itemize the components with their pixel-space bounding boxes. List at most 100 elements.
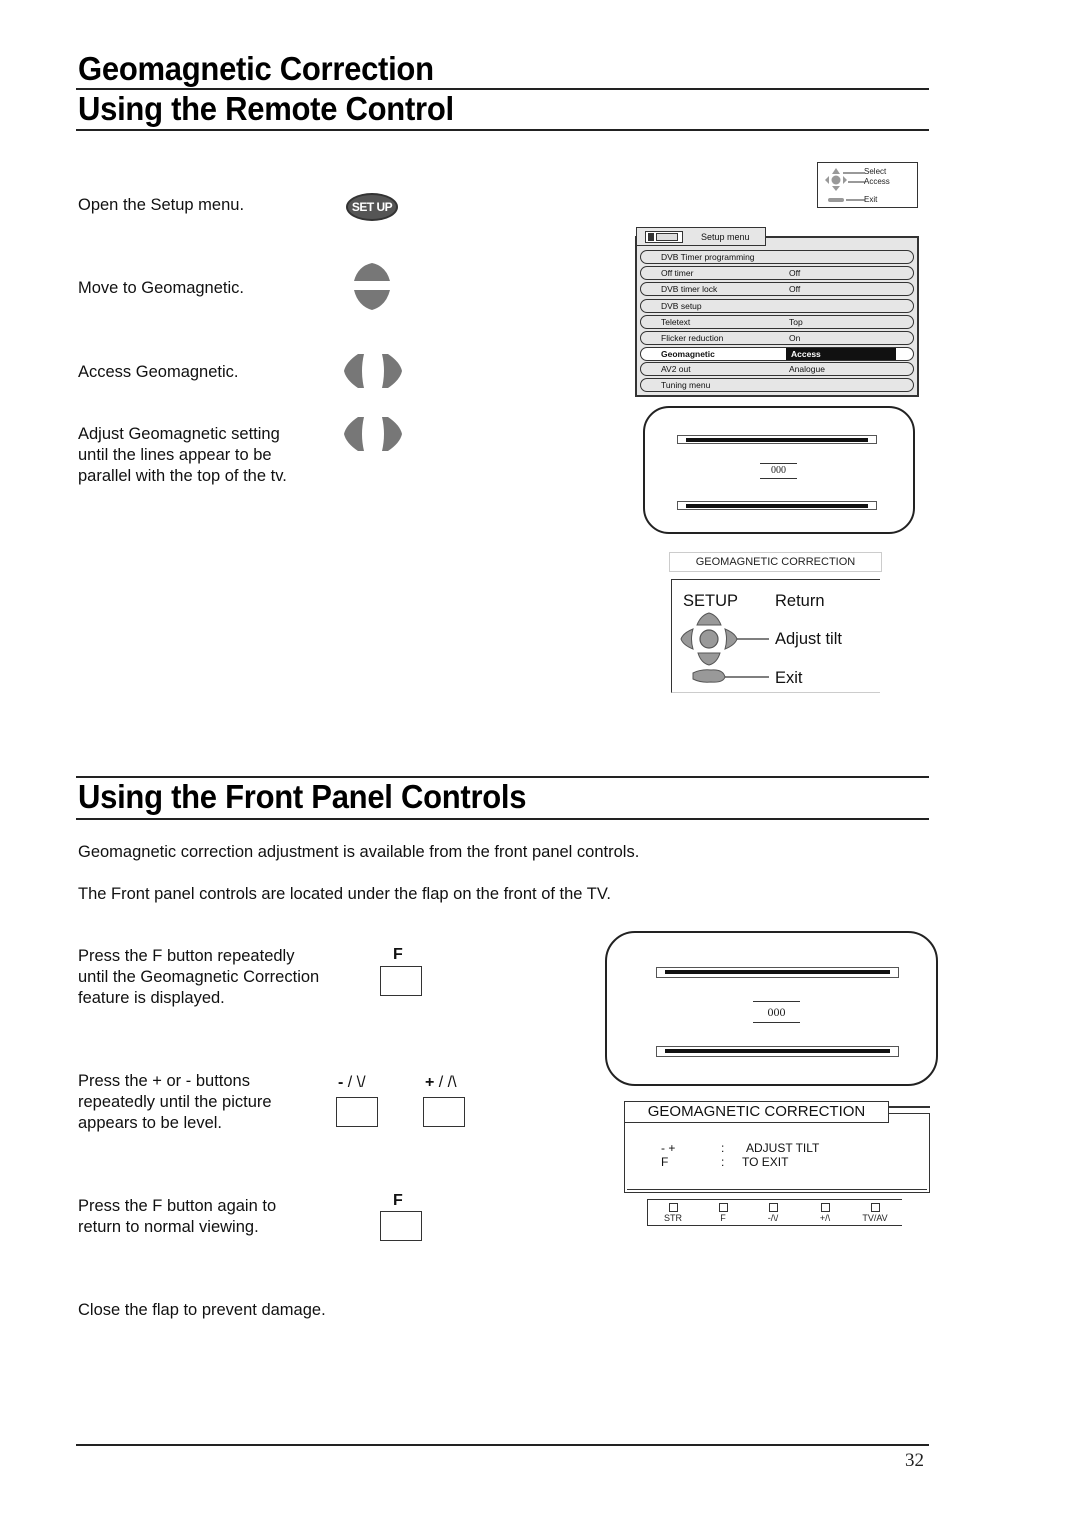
remote-dpad-icon (680, 612, 769, 683)
step-line: Press the F button again to (78, 1197, 277, 1215)
geomagnetic-caption: GEOMAGNETIC CORRECTION (669, 552, 882, 572)
tilt-value: 000 (753, 1001, 800, 1023)
section-heading-front-panel: Using the Front Panel Controls (78, 778, 527, 815)
front-step-return: Press the F button again to return to no… (78, 1196, 276, 1238)
geomagnetic-osd: - + : ADJUST TILT F : TO EXIT (624, 1113, 930, 1193)
menu-item-label: DVB timer lock (661, 284, 718, 294)
tv-screen-preview: 000 (643, 406, 915, 534)
menu-item-value: Off (789, 284, 801, 294)
step-line: repeatedly until the picture (78, 1093, 272, 1111)
setup-menu-item[interactable]: DVB Timer programming (640, 250, 914, 264)
tilt-line-top (677, 435, 877, 444)
f-button-label: F (393, 946, 403, 963)
hint-access: Access (864, 177, 890, 186)
setup-menu-item[interactable]: AV2 out Analogue (640, 362, 914, 376)
front-panel-location: The Front panel controls are located und… (78, 885, 611, 903)
setup-menu-item[interactable]: Tuning menu (640, 378, 914, 392)
step-line: feature is displayed. (78, 989, 225, 1007)
section-rule (76, 818, 929, 820)
front-panel-key[interactable]: STR (656, 1203, 690, 1223)
front-panel-key[interactable]: +/\ (808, 1203, 842, 1223)
nav-hint-box: Select Access Exit (817, 162, 918, 208)
setup-menu-item[interactable]: Teletext Top (640, 315, 914, 329)
osd-title: GEOMAGNETIC CORRECTION (624, 1101, 889, 1123)
menu-item-label: Off timer (661, 268, 694, 278)
front-step-press-plus-minus: Press the + or - buttons repeatedly unti… (78, 1071, 272, 1134)
setup-menu: DVB Timer programming Off timer Off DVB tim… (635, 236, 919, 397)
tilt-value: 000 (760, 463, 797, 479)
tilt-line-top (656, 967, 899, 978)
f-button[interactable] (380, 1211, 422, 1241)
step-adjust-geomagnetic: Adjust Geomagnetic setting until the lin… (78, 424, 287, 487)
key-label: +/\ (819, 1213, 831, 1223)
osd-row-exit: F : TO EXIT (661, 1155, 788, 1169)
plus-button-label: + / /\ (425, 1074, 457, 1092)
plus-button[interactable] (423, 1097, 465, 1127)
step-line: return to normal viewing. (78, 1218, 259, 1236)
setup-menu-item[interactable]: DVB setup (640, 299, 914, 313)
step-move-geomagnetic: Move to Geomagnetic. (78, 279, 244, 297)
step-line: until the Geomagnetic Correction (78, 968, 320, 986)
front-panel-key[interactable]: TV/AV (858, 1203, 892, 1223)
section-heading-remote: Using the Remote Control (78, 90, 454, 127)
setup-menu-item[interactable]: DVB timer lock Off (640, 282, 914, 296)
step-line: appears to be level. (78, 1114, 223, 1132)
step-line: Press the + or - buttons (78, 1072, 250, 1090)
menu-icon (645, 231, 683, 243)
setup-menu-item[interactable]: Off timer Off (640, 266, 914, 280)
left-right-arrows-icon (344, 417, 402, 451)
osd-adjust-tilt: ADJUST TILT (746, 1141, 820, 1155)
osd-sep: : (721, 1141, 725, 1155)
menu-item-value: Analogue (789, 364, 825, 374)
front-panel-key[interactable]: -/\/ (756, 1203, 790, 1223)
osd-row-adjust: - + : ADJUST TILT (661, 1141, 819, 1155)
key-label: -/\/ (767, 1213, 779, 1223)
key-label: F (720, 1213, 726, 1223)
menu-item-label: Flicker reduction (661, 333, 724, 343)
front-panel-key[interactable]: F (706, 1203, 740, 1223)
menu-item-label: AV2 out (661, 364, 691, 374)
step-open-setup: Open the Setup menu. (78, 196, 245, 214)
step-access-geomagnetic: Access Geomagnetic. (78, 363, 239, 381)
remote-legend: SETUP Return Adjust tilt Exit (671, 579, 880, 693)
step-line: Adjust Geomagnetic setting (78, 425, 280, 443)
f-button-label: F (393, 1192, 403, 1209)
step-line: Press the F button repeatedly (78, 947, 295, 965)
key-label: STR (664, 1213, 682, 1223)
menu-item-label: Teletext (661, 317, 691, 327)
front-step-press-f: Press the F button repeatedly until the … (78, 946, 319, 1009)
osd-keys: - + (661, 1141, 676, 1155)
menu-item-value: Access (786, 348, 896, 360)
menu-item-value: Off (789, 268, 801, 278)
left-right-arrows-icon (344, 354, 402, 388)
tilt-line-bottom (656, 1046, 899, 1057)
osd-keys: F (661, 1155, 669, 1169)
legend-exit: Exit (775, 669, 803, 687)
plus-symbol: + (425, 1074, 435, 1091)
page-title: Geomagnetic Correction (78, 50, 434, 87)
key-button-icon (718, 1203, 728, 1212)
front-panel-key-strip: STR F -/\/ +/\ TV/AV (647, 1199, 902, 1226)
minus-label-text: / \/ (343, 1074, 366, 1091)
minus-button-label: - / \/ (338, 1074, 366, 1092)
hint-select: Select (864, 167, 887, 176)
setup-menu-item[interactable]: Flicker reduction On (640, 331, 914, 345)
osd-sep: : (721, 1155, 725, 1169)
setup-menu-item[interactable]: Geomagnetic Access (640, 347, 914, 361)
menu-item-label: DVB Timer programming (661, 252, 755, 262)
up-down-arrows-icon (354, 263, 390, 310)
key-button-icon (768, 1203, 778, 1212)
legend-adjust-tilt: Adjust tilt (775, 630, 842, 648)
menu-item-label: DVB setup (661, 301, 702, 311)
hint-exit: Exit (864, 195, 878, 204)
legend-return: Return (775, 592, 825, 610)
tilt-line-bottom (677, 501, 877, 510)
nav-pad-icon (825, 168, 865, 202)
f-button[interactable] (380, 966, 422, 996)
footer-rule (76, 1444, 929, 1446)
key-button-icon (870, 1203, 880, 1212)
setup-button-label: SET UP (351, 200, 393, 214)
key-button-icon (820, 1203, 830, 1212)
closing-note: Close the flap to prevent damage. (78, 1301, 326, 1319)
minus-button[interactable] (336, 1097, 378, 1127)
